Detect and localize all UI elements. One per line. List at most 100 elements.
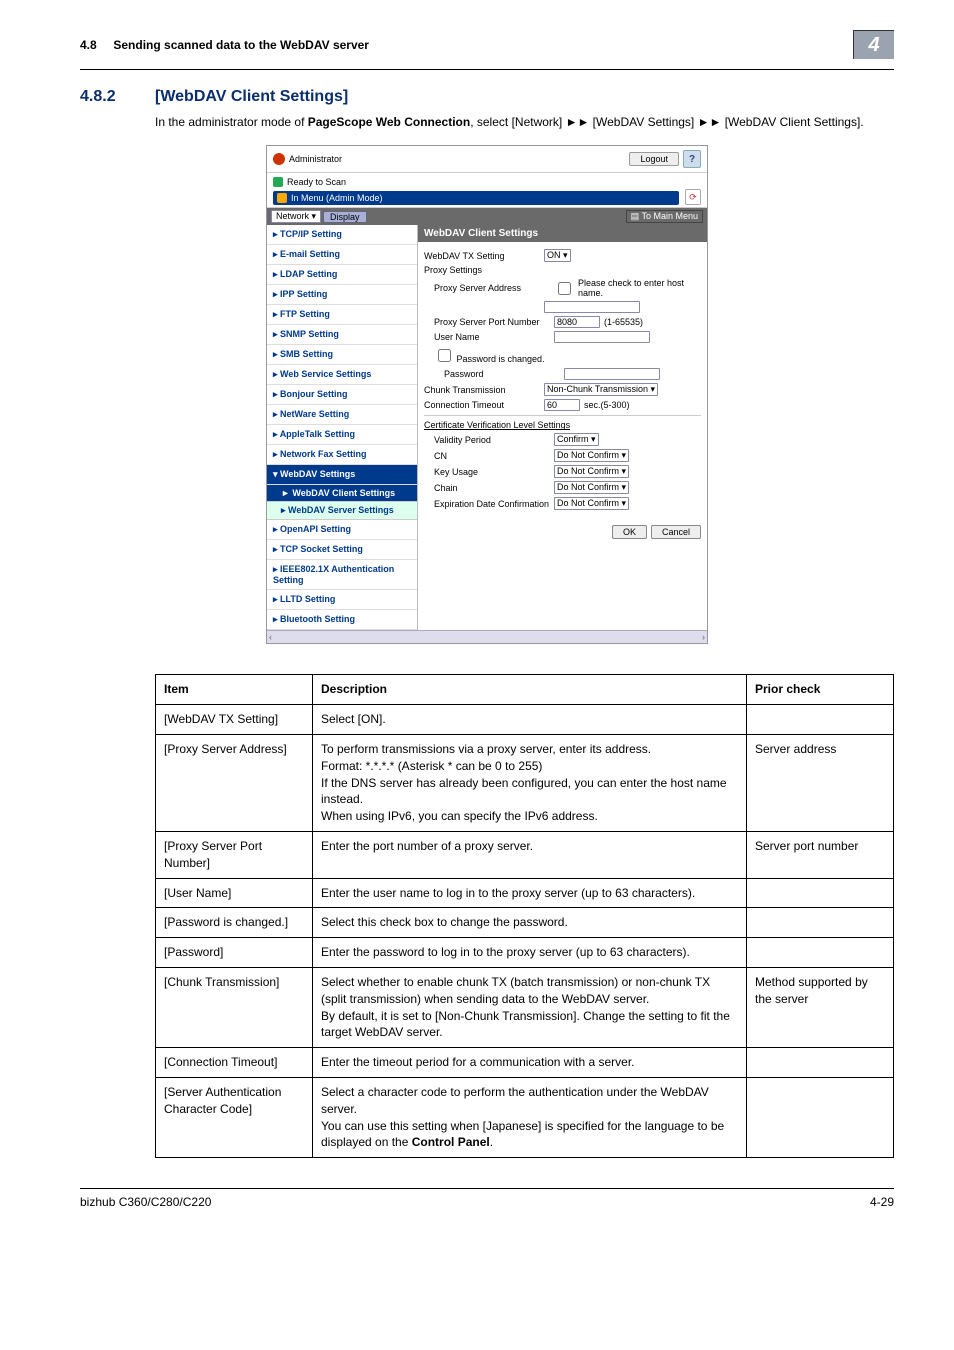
- exp-select[interactable]: Do Not Confirm ▾: [554, 497, 629, 510]
- ku-label: Key Usage: [424, 467, 554, 477]
- to-main-menu-button[interactable]: ▤ To Main Menu: [626, 210, 703, 223]
- table-row: [Server Authentication Character Code]Se…: [156, 1077, 894, 1157]
- nav-webdav-client[interactable]: ► WebDAV Client Settings: [267, 485, 417, 502]
- th-desc: Description: [313, 675, 747, 705]
- nav-ipp[interactable]: ▸ IPP Setting: [267, 285, 417, 305]
- ok-button[interactable]: OK: [612, 525, 647, 539]
- table-row: [Password]Enter the password to log in t…: [156, 938, 894, 968]
- nav-smb[interactable]: ▸ SMB Setting: [267, 345, 417, 365]
- table-row: [User Name]Enter the user name to log in…: [156, 878, 894, 908]
- cert-title: Certificate Verification Level Settings: [424, 420, 701, 430]
- hostname-checkbox[interactable]: [558, 282, 571, 295]
- cell-desc: Select [ON].: [313, 705, 747, 735]
- cell-prior: Method supported by the server: [747, 967, 894, 1047]
- chapter-tab: 4: [853, 30, 894, 59]
- chunk-select[interactable]: Non-Chunk Transmission ▾: [544, 383, 658, 396]
- addr-input[interactable]: [544, 301, 640, 313]
- footer-model: bizhub C360/C280/C220: [80, 1195, 211, 1209]
- port-range: (1-65535): [604, 317, 643, 327]
- nav-netfax[interactable]: ▸ Network Fax Setting: [267, 445, 417, 465]
- nav-email[interactable]: ▸ E-mail Setting: [267, 245, 417, 265]
- nav-snmp[interactable]: ▸ SNMP Setting: [267, 325, 417, 345]
- cell-desc: To perform transmissions via a proxy ser…: [313, 734, 747, 831]
- validity-label: Validity Period: [424, 435, 554, 445]
- cell-desc: Select a character code to perform the a…: [313, 1077, 747, 1157]
- table-row: [Connection Timeout]Enter the timeout pe…: [156, 1048, 894, 1078]
- timeout-unit: sec.(5-300): [584, 400, 630, 410]
- nav-ieee[interactable]: ▸ IEEE802.1X Authentication Setting: [267, 560, 417, 590]
- pw-input[interactable]: [564, 368, 660, 380]
- table-row: [Proxy Server Address]To perform transmi…: [156, 734, 894, 831]
- cell-prior: Server port number: [747, 831, 894, 878]
- pw-label: Password: [424, 369, 564, 379]
- user-label: User Name: [424, 332, 554, 342]
- nav-tcpip[interactable]: ▸ TCP/IP Setting: [267, 225, 417, 245]
- nav-tcp-socket[interactable]: ▸ TCP Socket Setting: [267, 540, 417, 560]
- nav-ws[interactable]: ▸ Web Service Settings: [267, 365, 417, 385]
- refresh-button[interactable]: ⟳: [685, 189, 701, 205]
- nav-webdav[interactable]: ▾ WebDAV Settings: [267, 465, 417, 485]
- help-button[interactable]: ?: [683, 150, 701, 168]
- validity-select[interactable]: Confirm ▾: [554, 433, 599, 446]
- chain-label: Chain: [424, 483, 554, 493]
- cell-item: [Chunk Transmission]: [156, 967, 313, 1047]
- timeout-input[interactable]: [544, 399, 580, 411]
- cancel-button[interactable]: Cancel: [651, 525, 701, 539]
- section-number: 4.8.2: [80, 88, 155, 106]
- nav-openapi[interactable]: ▸ OpenAPI Setting: [267, 520, 417, 540]
- addr-label: Proxy Server Address: [424, 283, 554, 293]
- cell-item: [Proxy Server Port Number]: [156, 831, 313, 878]
- cell-desc: Select whether to enable chunk TX (batch…: [313, 967, 747, 1047]
- panel-title: WebDAV Client Settings: [418, 225, 707, 242]
- cell-item: [WebDAV TX Setting]: [156, 705, 313, 735]
- pw-changed-label: Password is changed.: [457, 354, 545, 364]
- th-prior: Prior check: [747, 675, 894, 705]
- footer-page: 4-29: [870, 1195, 894, 1209]
- divider: [80, 69, 894, 70]
- nav-ftp[interactable]: ▸ FTP Setting: [267, 305, 417, 325]
- pw-changed-checkbox[interactable]: [438, 349, 451, 362]
- port-input[interactable]: [554, 316, 600, 328]
- timeout-label: Connection Timeout: [424, 400, 544, 410]
- cell-prior: Server address: [747, 734, 894, 831]
- cell-desc: Enter the password to log in to the prox…: [313, 938, 747, 968]
- section-intro: In the administrator mode of PageScope W…: [155, 114, 894, 131]
- cell-prior: [747, 705, 894, 735]
- breadcrumb-text: Sending scanned data to the WebDAV serve…: [113, 38, 369, 52]
- admin-icon: [273, 153, 285, 165]
- scrollbar[interactable]: ‹›: [267, 630, 707, 643]
- table-row: [Proxy Server Port Number]Enter the port…: [156, 831, 894, 878]
- chunk-label: Chunk Transmission: [424, 385, 544, 395]
- admin-label: Administrator: [273, 153, 342, 165]
- cell-item: [User Name]: [156, 878, 313, 908]
- section-num-top: 4.8: [80, 38, 97, 52]
- ku-select[interactable]: Do Not Confirm ▾: [554, 465, 629, 478]
- cell-item: [Password is changed.]: [156, 908, 313, 938]
- cell-desc: Select this check box to change the pass…: [313, 908, 747, 938]
- ready-icon: [273, 177, 283, 187]
- table-row: [Password is changed.]Select this check …: [156, 908, 894, 938]
- breadcrumb: 4.8 Sending scanned data to the WebDAV s…: [80, 38, 369, 52]
- cell-prior: [747, 1077, 894, 1157]
- category-select[interactable]: Network ▾: [271, 210, 321, 223]
- nav-ldap[interactable]: ▸ LDAP Setting: [267, 265, 417, 285]
- nav-webdav-server[interactable]: ▸ WebDAV Server Settings: [267, 502, 417, 520]
- cn-select[interactable]: Do Not Confirm ▾: [554, 449, 629, 462]
- display-button[interactable]: Display: [323, 211, 367, 223]
- logout-button[interactable]: Logout: [629, 152, 679, 166]
- tx-select[interactable]: ON ▾: [544, 249, 571, 262]
- cell-item: [Connection Timeout]: [156, 1048, 313, 1078]
- cell-item: [Server Authentication Character Code]: [156, 1077, 313, 1157]
- table-row: [Chunk Transmission]Select whether to en…: [156, 967, 894, 1047]
- nav-appletalk[interactable]: ▸ AppleTalk Setting: [267, 425, 417, 445]
- nav-bluetooth[interactable]: ▸ Bluetooth Setting: [267, 610, 417, 630]
- cell-prior: [747, 908, 894, 938]
- addr-help: Please check to enter host name.: [578, 278, 701, 298]
- nav-lltd[interactable]: ▸ LLTD Setting: [267, 590, 417, 610]
- user-input[interactable]: [554, 331, 650, 343]
- cell-desc: Enter the timeout period for a communica…: [313, 1048, 747, 1078]
- table-row: [WebDAV TX Setting]Select [ON].: [156, 705, 894, 735]
- chain-select[interactable]: Do Not Confirm ▾: [554, 481, 629, 494]
- nav-bonjour[interactable]: ▸ Bonjour Setting: [267, 385, 417, 405]
- nav-netware[interactable]: ▸ NetWare Setting: [267, 405, 417, 425]
